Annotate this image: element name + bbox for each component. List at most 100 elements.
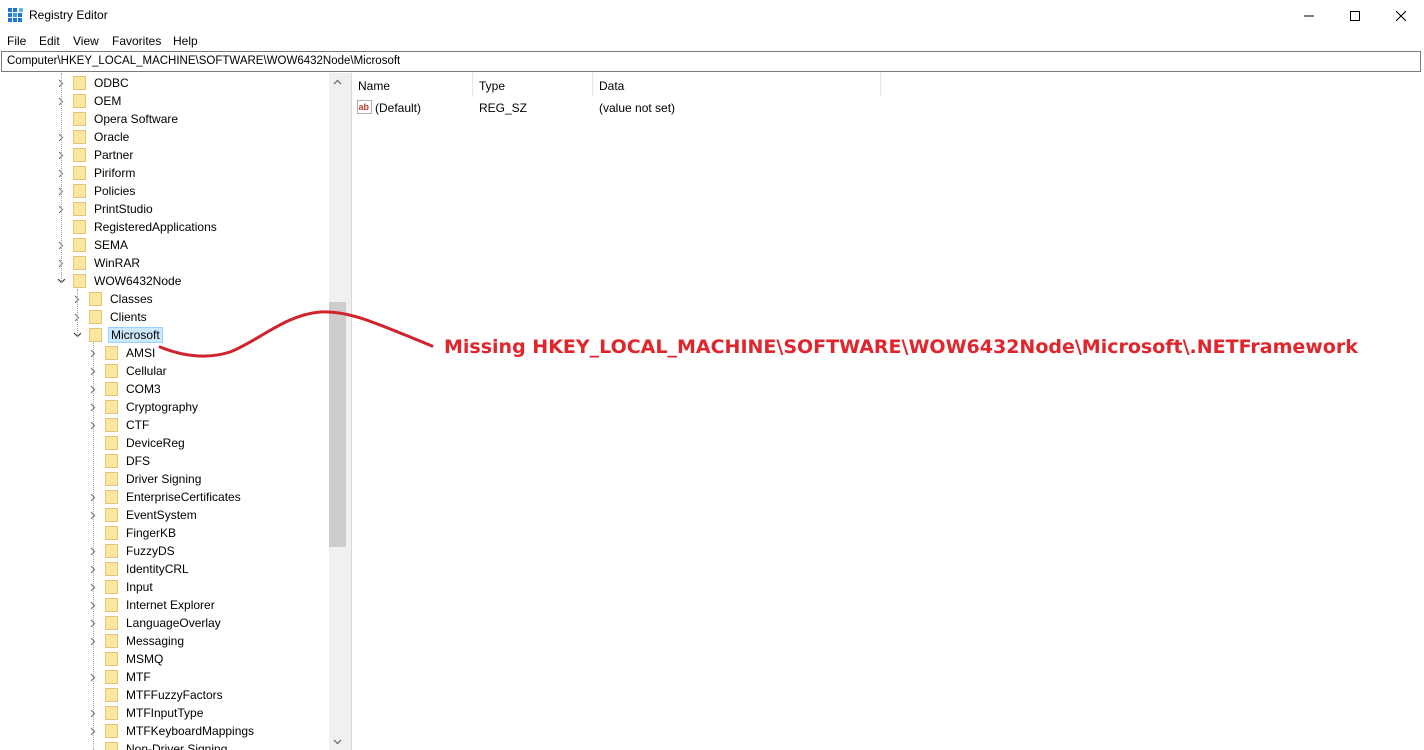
folder-icon <box>73 130 86 144</box>
tree-item[interactable]: FingerKB <box>88 524 178 542</box>
tree-item[interactable]: Non-Driver Signing <box>88 740 229 750</box>
tree-item-label: DeviceReg <box>126 436 185 450</box>
tree-item-label: MTFFuzzyFactors <box>126 688 223 702</box>
tree-item[interactable]: MTF <box>88 668 153 686</box>
tree-item[interactable]: LanguageOverlay <box>88 614 223 632</box>
column-data[interactable]: Data <box>593 73 880 97</box>
folder-icon <box>89 292 102 306</box>
tree-item-label: Internet Explorer <box>126 598 215 612</box>
tree-item[interactable]: Opera Software <box>56 110 180 128</box>
minimize-button[interactable] <box>1286 0 1332 31</box>
close-button[interactable] <box>1378 0 1424 31</box>
tree-item[interactable]: AMSI <box>88 344 157 362</box>
menu-file[interactable]: File <box>7 34 26 48</box>
folder-icon <box>89 328 102 342</box>
tree-item[interactable]: IdentityCRL <box>88 560 191 578</box>
tree-item-label: Input <box>126 580 153 594</box>
column-name[interactable]: Name <box>352 73 472 97</box>
tree-item[interactable]: Input <box>88 578 155 596</box>
tree-item[interactable]: SEMA <box>56 236 130 254</box>
tree-item[interactable]: Clients <box>72 308 149 326</box>
tree-item[interactable]: WinRAR <box>56 254 142 272</box>
tree-item[interactable]: Classes <box>72 290 155 308</box>
address-path: Computer\HKEY_LOCAL_MACHINE\SOFTWARE\WOW… <box>7 55 401 67</box>
svg-text:ab: ab <box>359 102 370 112</box>
tree-item[interactable]: Microsoft <box>72 326 163 344</box>
folder-icon <box>105 616 118 630</box>
value-name: (Default) <box>375 101 422 115</box>
folder-icon <box>89 310 102 324</box>
scroll-down-arrow[interactable] <box>329 733 346 750</box>
tree-scrollbar[interactable] <box>329 73 346 750</box>
tree-item[interactable]: CTF <box>88 416 151 434</box>
tree-item[interactable]: Piriform <box>56 164 137 182</box>
tree-item[interactable]: FuzzyDS <box>88 542 177 560</box>
tree-item[interactable]: PrintStudio <box>56 200 155 218</box>
scroll-thumb[interactable] <box>329 302 346 547</box>
tree-item[interactable]: Oracle <box>56 128 131 146</box>
tree-item[interactable]: Partner <box>56 146 135 164</box>
tree-item[interactable]: MSMQ <box>88 650 165 668</box>
tree-item[interactable]: OEM <box>56 92 123 110</box>
menu-bar: File Edit View Favorites Help <box>0 32 1424 50</box>
tree-guide-line <box>93 343 94 750</box>
folder-icon <box>105 400 118 414</box>
tree-item-label: MTFInputType <box>126 706 204 720</box>
value-data: (value not set) <box>599 101 676 115</box>
folder-icon <box>105 472 118 486</box>
folder-icon <box>73 256 86 270</box>
tree-item[interactable]: MTFFuzzyFactors <box>88 686 225 704</box>
tree-item-label: CTF <box>126 418 150 432</box>
tree-item[interactable]: Cryptography <box>88 398 200 416</box>
folder-icon <box>73 202 86 216</box>
menu-help[interactable]: Help <box>173 34 198 48</box>
tree-item-label: Non-Driver Signing <box>126 742 228 750</box>
tree-item-label: COM3 <box>126 382 161 396</box>
tree-item[interactable]: WOW6432Node <box>56 272 183 290</box>
tree-item-label: DFS <box>126 454 150 468</box>
tree-item[interactable]: Messaging <box>88 632 186 650</box>
tree-item-label: MTFKeyboardMappings <box>126 724 255 738</box>
maximize-button[interactable] <box>1332 0 1378 31</box>
tree-item[interactable]: DeviceReg <box>88 434 187 452</box>
string-value-icon: ab <box>357 100 372 114</box>
values-list: Name Type Data ab (Default) REG_SZ (valu… <box>352 73 1424 750</box>
menu-favorites[interactable]: Favorites <box>112 34 161 48</box>
tree-item-label: Cryptography <box>126 400 199 414</box>
minimize-icon <box>1304 15 1314 16</box>
folder-icon <box>73 184 86 198</box>
tree-item-label: IdentityCRL <box>126 562 189 576</box>
tree-item[interactable]: Driver Signing <box>88 470 203 488</box>
folder-icon <box>73 220 86 234</box>
tree-item[interactable]: DFS <box>88 452 152 470</box>
menu-view[interactable]: View <box>73 34 99 48</box>
tree-item[interactable]: ODBC <box>56 74 131 92</box>
tree-item[interactable]: COM3 <box>88 380 163 398</box>
folder-icon <box>105 382 118 396</box>
value-row[interactable]: ab (Default) REG_SZ (value not set) <box>352 97 952 117</box>
folder-icon <box>73 112 86 126</box>
tree-item[interactable]: EventSystem <box>88 506 199 524</box>
folder-icon <box>105 454 118 468</box>
folder-icon <box>105 598 118 612</box>
column-type[interactable]: Type <box>473 73 593 97</box>
address-bar[interactable]: Computer\HKEY_LOCAL_MACHINE\SOFTWARE\WOW… <box>1 51 1421 72</box>
menu-edit[interactable]: Edit <box>39 34 60 48</box>
tree-item[interactable]: RegisteredApplications <box>56 218 219 236</box>
column-name-label: Name <box>358 79 391 93</box>
tree-item-label: Microsoft <box>108 327 163 343</box>
maximize-icon <box>1350 10 1360 21</box>
tree-item[interactable]: EnterpriseCertificates <box>88 488 243 506</box>
tree-item[interactable]: MTFKeyboardMappings <box>88 722 256 740</box>
tree-item[interactable]: Internet Explorer <box>88 596 217 614</box>
tree-item[interactable]: MTFInputType <box>88 704 205 722</box>
tree-item[interactable]: Cellular <box>88 362 169 380</box>
folder-icon <box>73 274 86 288</box>
folder-icon <box>73 94 86 108</box>
column-divider[interactable] <box>880 73 881 97</box>
tree-item[interactable]: Policies <box>56 182 137 200</box>
scroll-up-arrow[interactable] <box>329 73 346 90</box>
folder-icon <box>105 688 118 702</box>
folder-icon <box>73 76 86 90</box>
tree-item-label: OEM <box>94 94 122 108</box>
